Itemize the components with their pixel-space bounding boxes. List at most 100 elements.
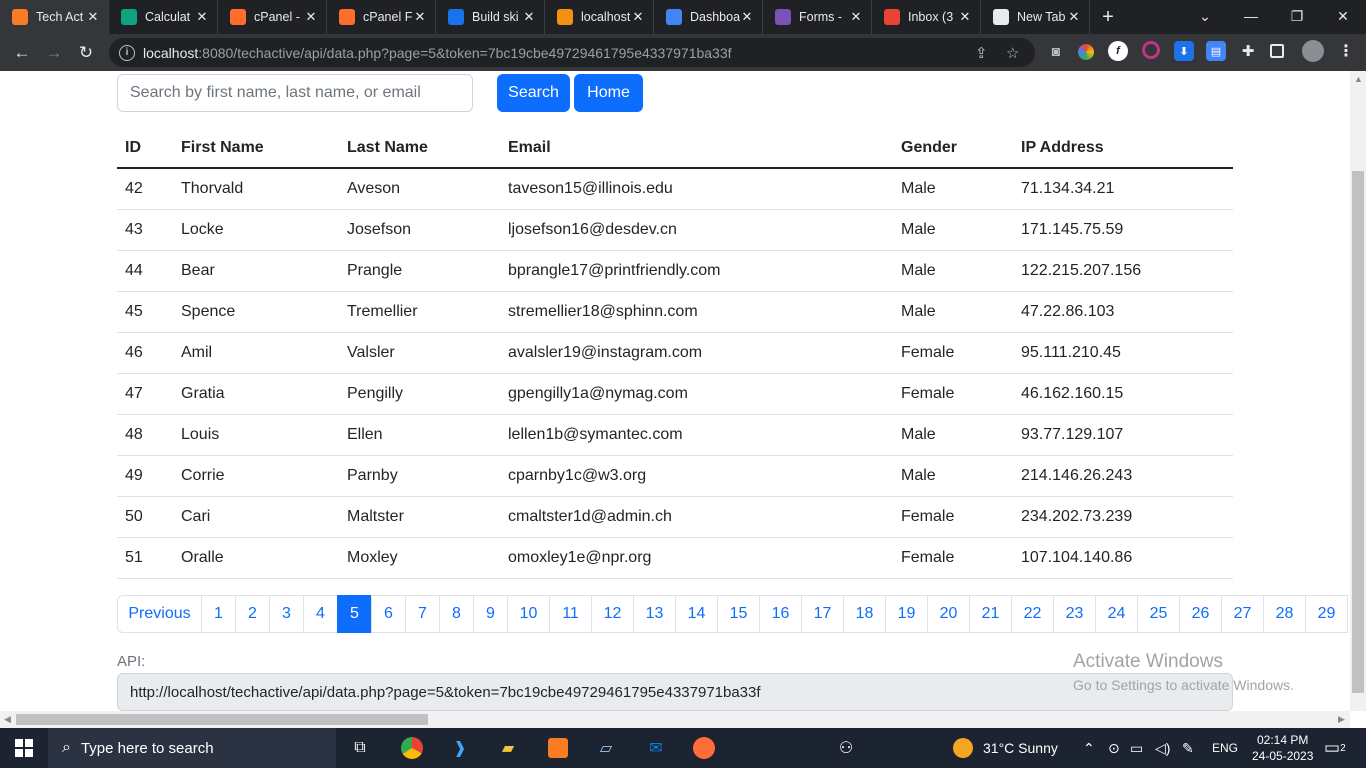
pagination-page-20[interactable]: 20 — [927, 595, 970, 633]
maximize-button[interactable]: ❐ — [1274, 0, 1320, 32]
pagination-page-12[interactable]: 12 — [591, 595, 634, 633]
close-tab-icon[interactable]: ✕ — [413, 9, 427, 25]
vertical-scroll-thumb[interactable] — [1352, 171, 1364, 693]
close-tab-icon[interactable]: ✕ — [195, 9, 209, 25]
chrome-taskbar-icon[interactable] — [398, 733, 426, 763]
volume-icon[interactable]: ◁) — [1155, 728, 1170, 768]
forward-icon[interactable]: → — [38, 37, 70, 69]
browser-tab[interactable]: Dashboa ✕ — [654, 0, 763, 34]
mail-taskbar-icon[interactable]: ✉ — [642, 733, 670, 763]
task-view-icon[interactable]: ⧉ — [346, 733, 374, 763]
close-tab-icon[interactable]: ✕ — [522, 9, 536, 25]
start-button[interactable] — [0, 728, 48, 768]
share-icon[interactable]: ⇪ — [975, 44, 988, 62]
weather-widget[interactable]: 31°C Sunny — [953, 728, 1058, 768]
xampp-taskbar-icon[interactable] — [544, 733, 572, 763]
pagination-page-3[interactable]: 3 — [269, 595, 304, 633]
pagination-page-13[interactable]: 13 — [633, 595, 676, 633]
pagination-page-24[interactable]: 24 — [1095, 595, 1138, 633]
pagination-page-19[interactable]: 19 — [885, 595, 928, 633]
browser-tab[interactable]: cPanel Fi ✕ — [327, 0, 436, 34]
language-indicator[interactable]: ENG — [1212, 728, 1238, 768]
show-hidden-icons-icon[interactable]: ⌃ — [1083, 728, 1095, 768]
tab-search-icon[interactable]: ⌄ — [1182, 0, 1228, 32]
profile-avatar[interactable] — [1302, 40, 1324, 62]
postman-taskbar-icon[interactable] — [690, 733, 718, 763]
minimize-button[interactable]: — — [1228, 0, 1274, 32]
api-url-field[interactable]: http://localhost/techactive/api/data.php… — [117, 673, 1233, 711]
pagination-page-4[interactable]: 4 — [303, 595, 338, 633]
bookmark-star-icon[interactable]: ☆ — [1006, 44, 1019, 62]
close-tab-icon[interactable]: ✕ — [740, 9, 754, 25]
pagination-page-25[interactable]: 25 — [1137, 595, 1180, 633]
pagination-page-10[interactable]: 10 — [507, 595, 550, 633]
pagination-page-17[interactable]: 17 — [801, 595, 844, 633]
close-tab-icon[interactable]: ✕ — [631, 9, 645, 25]
search-input[interactable] — [117, 74, 473, 112]
pagination-page-26[interactable]: 26 — [1179, 595, 1222, 633]
close-window-button[interactable]: ✕ — [1320, 0, 1366, 32]
side-panel-icon[interactable] — [1270, 44, 1284, 58]
camera-icon[interactable]: ◙ — [1046, 41, 1066, 61]
network-icon[interactable]: ⊙ — [1108, 728, 1120, 768]
browser-tab[interactable]: Calculat ✕ — [109, 0, 218, 34]
close-tab-icon[interactable]: ✕ — [1067, 9, 1081, 25]
formula-extension-icon[interactable]: f — [1108, 41, 1128, 61]
notification-center-icon[interactable]: ▭ 2 — [1324, 728, 1346, 768]
docs-extension-icon[interactable]: ▤ — [1206, 41, 1226, 61]
pagination-page-11[interactable]: 11 — [549, 595, 592, 633]
pagination-page-14[interactable]: 14 — [675, 595, 718, 633]
browser-tab[interactable]: New Tab ✕ — [981, 0, 1090, 34]
pagination-page-16[interactable]: 16 — [759, 595, 802, 633]
pagination-page-23[interactable]: 23 — [1053, 595, 1096, 633]
extensions-puzzle-icon[interactable]: ✚ — [1238, 41, 1258, 61]
scroll-up-arrow-icon[interactable]: ▲ — [1354, 74, 1363, 84]
back-icon[interactable]: ← — [6, 37, 38, 69]
pagination-page-22[interactable]: 22 — [1011, 595, 1054, 633]
reload-icon[interactable]: ↻ — [70, 37, 102, 69]
browser-tab[interactable]: localhost ✕ — [545, 0, 654, 34]
vscode-taskbar-icon[interactable]: ❱ — [446, 733, 474, 763]
pagination-page-21[interactable]: 21 — [969, 595, 1012, 633]
pagination-page-7[interactable]: 7 — [405, 595, 440, 633]
browser-tab[interactable]: Tech Act ✕ — [0, 0, 109, 34]
pagination-page-15[interactable]: 15 — [717, 595, 760, 633]
close-tab-icon[interactable]: ✕ — [849, 9, 863, 25]
horizontal-scroll-thumb[interactable] — [16, 714, 428, 725]
download-extension-icon[interactable]: ⬇ — [1174, 41, 1194, 61]
pagination-previous[interactable]: Previous — [117, 595, 202, 633]
pagination-page-8[interactable]: 8 — [439, 595, 474, 633]
browser-tab[interactable]: Build ski ✕ — [436, 0, 545, 34]
color-picker-extension-icon[interactable] — [1078, 44, 1094, 60]
file-explorer-icon[interactable]: ▰ — [494, 733, 522, 763]
clock[interactable]: 02:14 PM 24-05-2023 — [1252, 728, 1313, 768]
address-bar[interactable]: i localhost:8080/techactive/api/data.php… — [109, 38, 1035, 67]
close-tab-icon[interactable]: ✕ — [86, 9, 100, 25]
display-icon[interactable]: ▭ — [1130, 728, 1143, 768]
close-tab-icon[interactable]: ✕ — [958, 9, 972, 25]
pagination-page-2[interactable]: 2 — [235, 595, 270, 633]
scroll-right-arrow-icon[interactable]: ▶ — [1338, 714, 1345, 725]
people-icon[interactable]: ⚇ — [832, 733, 860, 763]
notepad-taskbar-icon[interactable]: ▱ — [592, 733, 620, 763]
pagination-page-18[interactable]: 18 — [843, 595, 886, 633]
browser-tab[interactable]: Forms - ✕ — [763, 0, 872, 34]
close-tab-icon[interactable]: ✕ — [304, 9, 318, 25]
new-tab-button[interactable]: + — [1090, 0, 1126, 34]
pagination-page-9[interactable]: 9 — [473, 595, 508, 633]
pagination-page-27[interactable]: 27 — [1221, 595, 1264, 633]
pen-icon[interactable]: ✎ — [1182, 728, 1194, 768]
pagination-page-6[interactable]: 6 — [371, 595, 406, 633]
pagination-page-28[interactable]: 28 — [1263, 595, 1306, 633]
pagination-page-1[interactable]: 1 — [201, 595, 236, 633]
taskbar-search-box[interactable]: ⌕ Type here to search — [48, 728, 336, 768]
instagram-extension-icon[interactable] — [1142, 41, 1160, 59]
browser-menu-icon[interactable]: ⋮ — [1336, 41, 1356, 61]
search-button[interactable]: Search — [497, 74, 570, 112]
scroll-left-arrow-icon[interactable]: ◀ — [4, 714, 11, 725]
browser-tab[interactable]: cPanel - ✕ — [218, 0, 327, 34]
home-button[interactable]: Home — [574, 74, 643, 112]
browser-tab[interactable]: Inbox (3 ✕ — [872, 0, 981, 34]
site-info-icon[interactable]: i — [119, 44, 135, 61]
pagination-page-29[interactable]: 29 — [1305, 595, 1348, 633]
